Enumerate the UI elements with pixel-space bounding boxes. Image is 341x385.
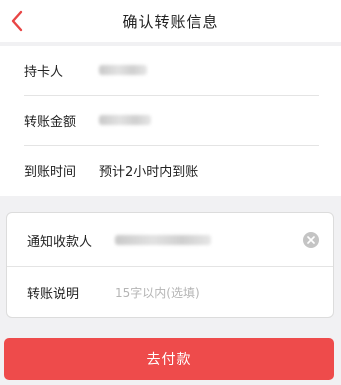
card-holder-value-redacted bbox=[99, 65, 147, 75]
header-bar: 确认转账信息 bbox=[0, 0, 341, 42]
amount-value-redacted bbox=[99, 115, 151, 125]
pay-button-label: 去付款 bbox=[146, 352, 192, 368]
card-holder-row: 持卡人 bbox=[24, 46, 319, 94]
transfer-info-card: 持卡人 转账金额 到账时间 预计2小时内到账 bbox=[0, 46, 341, 196]
back-button[interactable] bbox=[4, 6, 30, 36]
clear-icon[interactable] bbox=[303, 232, 319, 248]
amount-row: 转账金额 bbox=[24, 96, 319, 144]
amount-label: 转账金额 bbox=[24, 114, 77, 130]
transfer-note-label: 转账说明 bbox=[27, 286, 80, 302]
payee-phone-input[interactable] bbox=[115, 235, 211, 245]
transfer-note-row[interactable]: 转账说明 15字以内(选填) bbox=[27, 267, 319, 317]
notify-card: 通知收款人 转账说明 15字以内(选填) bbox=[6, 212, 334, 318]
arrival-time-label: 到账时间 bbox=[24, 164, 77, 180]
page-title: 确认转账信息 bbox=[122, 12, 219, 31]
chevron-left-icon bbox=[11, 10, 23, 32]
pay-button[interactable]: 去付款 bbox=[4, 338, 334, 380]
notify-payee-row[interactable]: 通知收款人 bbox=[27, 215, 319, 265]
arrival-time-value: 预计2小时内到账 bbox=[99, 164, 199, 180]
transfer-note-input[interactable]: 15字以内(选填) bbox=[115, 284, 200, 301]
notify-payee-label: 通知收款人 bbox=[27, 234, 93, 250]
card-holder-label: 持卡人 bbox=[24, 64, 64, 80]
arrival-time-row: 到账时间 预计2小时内到账 bbox=[24, 146, 319, 194]
